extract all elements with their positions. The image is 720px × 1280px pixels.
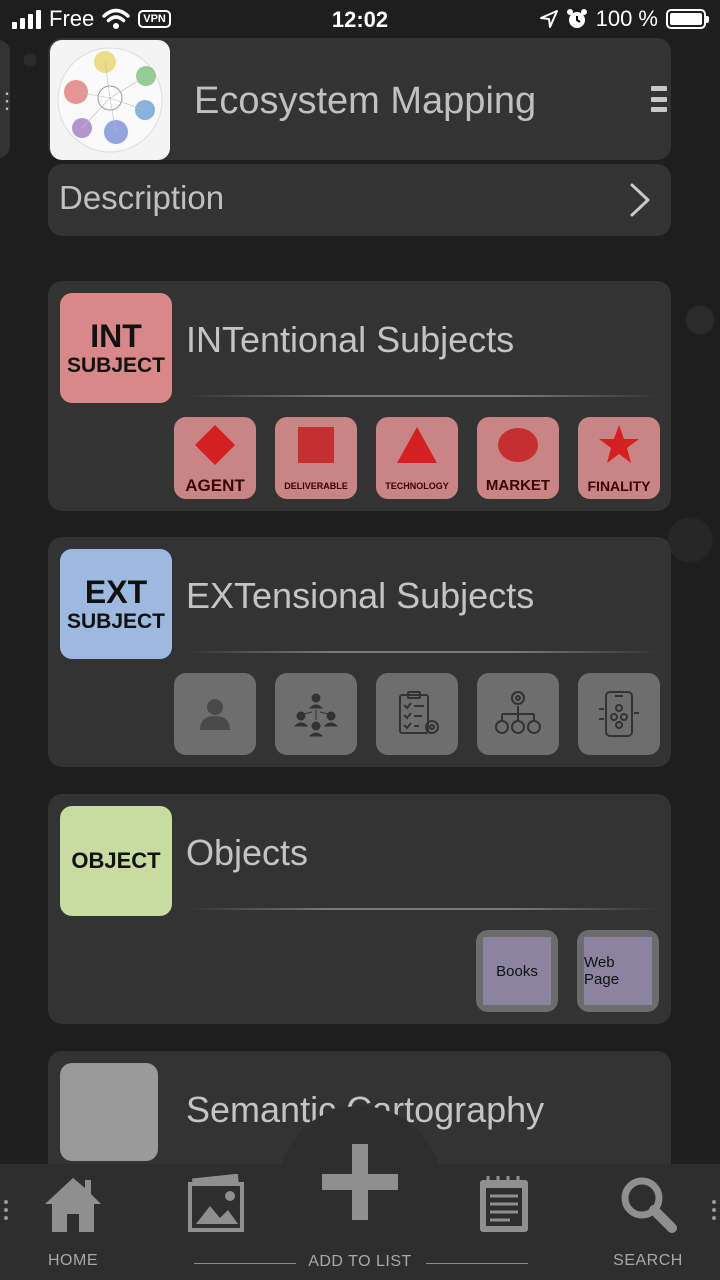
market-tile[interactable]: MARKET	[477, 417, 559, 499]
nav-home-label: HOME	[48, 1252, 98, 1269]
circle-icon	[498, 428, 538, 462]
badge-line2: SUBJECT	[66, 354, 166, 377]
chevron-right-icon	[630, 183, 650, 217]
nav-search-label: SEARCH	[613, 1252, 683, 1269]
semantic-cartography-badge[interactable]	[60, 1063, 158, 1161]
finality-tile[interactable]: FINALITY	[578, 417, 660, 499]
nav-add[interactable]	[316, 1138, 404, 1226]
checklist-tile[interactable]	[376, 673, 458, 755]
tile-label: FINALITY	[587, 478, 651, 494]
menu-icon[interactable]	[651, 86, 667, 112]
star-icon	[599, 425, 639, 463]
badge-line1: EXT	[84, 574, 148, 610]
web-page-tile[interactable]: Web Page	[577, 930, 659, 1012]
page-title: Ecosystem Mapping	[194, 80, 537, 122]
tile-label: MARKET	[485, 477, 551, 494]
square-icon	[298, 427, 334, 463]
description-row[interactable]: Description	[48, 164, 671, 236]
badge-line2: SUBJECT	[66, 610, 166, 633]
nav-add-label: ADD TO LIST	[308, 1253, 412, 1270]
previous-menu-icon[interactable]: ⋮	[0, 88, 18, 114]
object-badge[interactable]: OBJECT	[60, 806, 172, 916]
ext-subject-badge[interactable]: EXT SUBJECT	[60, 549, 172, 659]
plus-icon	[322, 1144, 398, 1220]
int-subject-badge[interactable]: INT SUBJECT	[60, 293, 172, 403]
divider	[188, 651, 658, 653]
app-icon	[599, 691, 639, 737]
location-icon	[539, 10, 558, 28]
section-title: Objects	[186, 832, 309, 873]
process-icon	[495, 691, 541, 734]
nav-home[interactable]: HOME	[30, 1174, 116, 1270]
person-tile[interactable]	[174, 673, 256, 755]
tile-label: Web Page	[584, 937, 652, 1005]
app-tile[interactable]	[578, 673, 660, 755]
section-int-subjects: INT SUBJECT INTentional Subjects AGENT D…	[48, 281, 671, 511]
divider	[188, 908, 658, 910]
nav-list[interactable]	[476, 1174, 532, 1234]
section-title: INTentional Subjects	[186, 319, 515, 360]
header-card: Ecosystem Mapping	[48, 38, 671, 160]
add-line-right	[426, 1263, 528, 1264]
section-ext-subjects: EXT SUBJECT EXTensional Subjects	[48, 537, 671, 767]
tile-label: DELIVERABLE	[284, 481, 348, 491]
notepad-icon	[480, 1176, 528, 1232]
nav-gallery[interactable]	[186, 1174, 248, 1236]
gallery-icon	[188, 1174, 244, 1232]
books-tile[interactable]: Books	[476, 930, 558, 1012]
agent-tile[interactable]: AGENT	[174, 417, 256, 499]
nav-right-dots[interactable]	[712, 1200, 716, 1220]
battery-percent: 100 %	[595, 6, 658, 31]
nav-search[interactable]: SEARCH	[606, 1174, 690, 1270]
organization-tile[interactable]	[275, 673, 357, 755]
divider	[188, 395, 658, 397]
tile-label: TECHNOLOGY	[385, 481, 449, 491]
status-bar: Free VPN 12:02 100 %	[0, 0, 720, 40]
nav-add-label-wrap: ADD TO LIST	[300, 1253, 420, 1271]
process-tile[interactable]	[477, 673, 559, 755]
section-objects: OBJECT Objects Books Web Page	[48, 794, 671, 1024]
diamond-icon	[195, 425, 235, 465]
organization-icon	[293, 693, 339, 737]
badge-line1: INT	[90, 318, 142, 354]
person-icon	[200, 699, 230, 730]
battery-icon	[666, 9, 709, 29]
nav-left-dots[interactable]	[4, 1200, 8, 1220]
tile-label: Books	[483, 937, 551, 1005]
triangle-icon	[397, 427, 437, 463]
home-icon	[45, 1178, 101, 1232]
deliverable-tile[interactable]: DELIVERABLE	[275, 417, 357, 499]
technology-tile[interactable]: TECHNOLOGY	[376, 417, 458, 499]
search-icon	[621, 1177, 677, 1233]
add-line-left	[194, 1263, 296, 1264]
map-thumbnail[interactable]	[50, 40, 170, 160]
section-title: EXTensional Subjects	[186, 575, 535, 616]
description-label: Description	[59, 179, 225, 216]
badge-line1: OBJECT	[71, 848, 161, 873]
tile-label: AGENT	[185, 476, 245, 495]
checklist-icon	[399, 691, 439, 734]
alarm-icon	[566, 9, 587, 28]
